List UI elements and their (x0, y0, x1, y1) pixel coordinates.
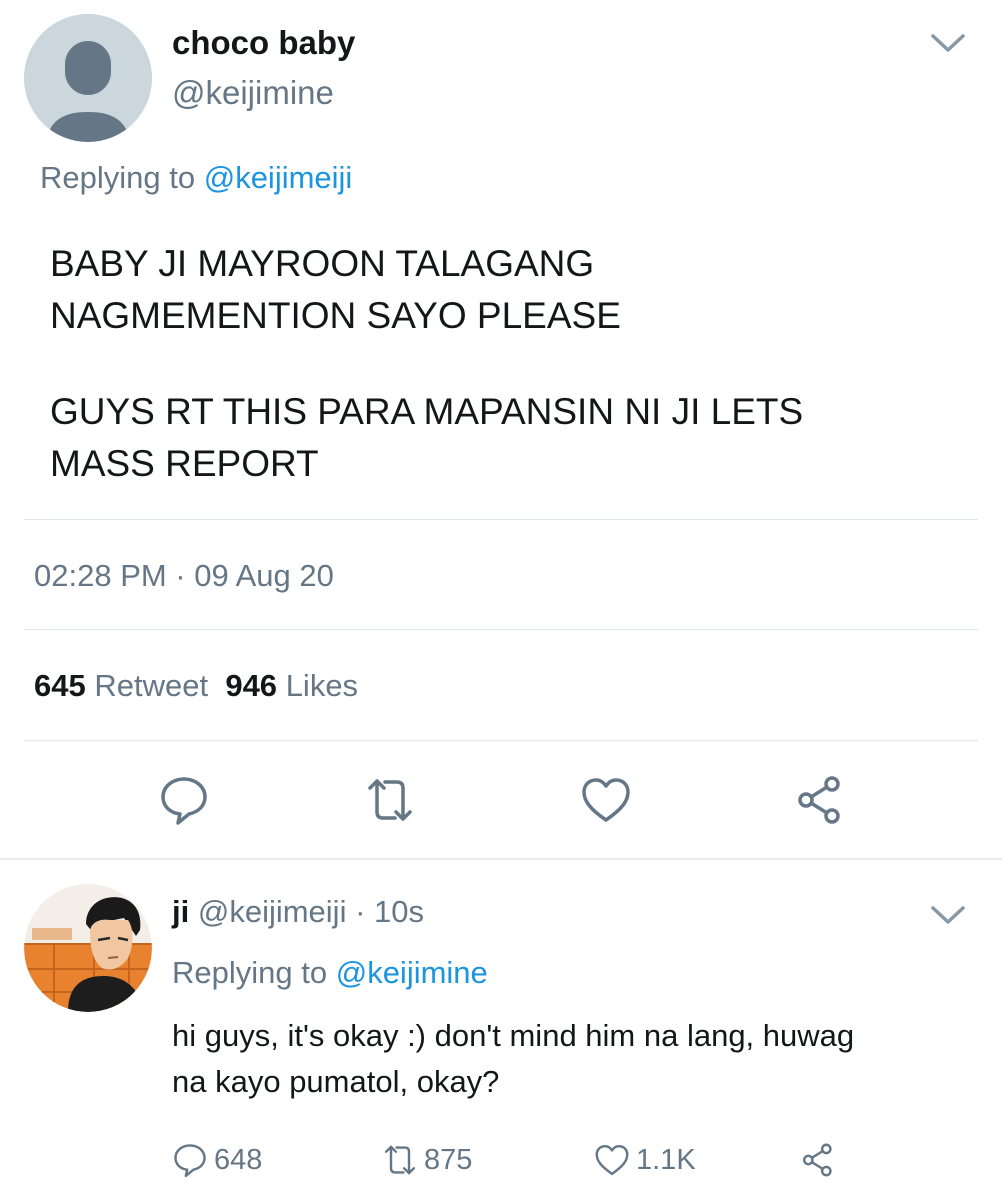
like-icon (595, 1144, 629, 1176)
like-icon[interactable] (580, 774, 632, 826)
engagement-stats: 645 Retweet 946 Likes (34, 668, 358, 704)
author-handle[interactable]: @keijimine (172, 74, 334, 112)
tweet-text-paragraph-1: BABY JI MAYROON TALAGANG NAGMEMENTION SA… (50, 243, 621, 336)
reply-icon (174, 1144, 206, 1178)
chevron-down-icon[interactable] (930, 32, 966, 56)
divider (24, 519, 978, 520)
replying-to-handle[interactable]: @keijimine (336, 955, 488, 990)
retweet-icon[interactable] (364, 774, 416, 826)
divider (24, 629, 978, 630)
retweet-count: 875 (424, 1143, 473, 1176)
like-label[interactable]: Likes (286, 668, 358, 703)
reply-action-like[interactable]: 1.1K (594, 1142, 696, 1178)
reply-author-avatar[interactable] (24, 884, 152, 1012)
reply-action-reply[interactable]: 648 (172, 1142, 262, 1178)
tweet-text-paragraph-2: GUYS RT THIS PARA MAPANSIN NI JI LETS MA… (50, 391, 804, 484)
replying-to-handle[interactable]: @keijimeiji (204, 160, 353, 195)
reply-author-handle-time[interactable]: @keijimeiji · 10s (198, 894, 424, 929)
retweet-count[interactable]: 645 (34, 668, 86, 703)
retweet-label[interactable]: Retweet (94, 668, 208, 703)
reply-author-name[interactable]: ji (172, 894, 189, 929)
reply-icon[interactable] (158, 774, 210, 826)
like-count[interactable]: 946 (225, 668, 277, 703)
divider (24, 740, 978, 741)
reply-replying-to-line: Replying to @keijimine (172, 955, 488, 991)
replying-to-prefix: Replying to (40, 160, 196, 195)
share-icon[interactable] (794, 774, 846, 826)
tweet-timestamp[interactable]: 02:28 PM · 09 Aug 20 (34, 558, 334, 594)
author-name[interactable]: choco baby (172, 24, 355, 62)
replying-to-line: Replying to @keijimeiji (40, 160, 352, 196)
anime-avatar-image (24, 884, 152, 1012)
like-count: 1.1K (636, 1143, 696, 1176)
reply-text: hi guys, it's okay :) don't mind him na … (172, 1018, 855, 1099)
reply-action-retweet[interactable]: 875 (382, 1142, 472, 1178)
reply-count: 648 (214, 1143, 263, 1176)
retweet-icon (384, 1145, 416, 1175)
reply-action-share[interactable] (800, 1142, 836, 1178)
reply-header: ji @keijimeiji · 10s (172, 894, 424, 930)
replying-to-prefix: Replying to (172, 955, 328, 990)
default-avatar-icon (24, 14, 152, 142)
tweet-separator (0, 858, 1002, 860)
share-icon (802, 1143, 832, 1177)
chevron-down-icon[interactable] (930, 904, 966, 928)
default-avatar[interactable] (24, 14, 152, 142)
